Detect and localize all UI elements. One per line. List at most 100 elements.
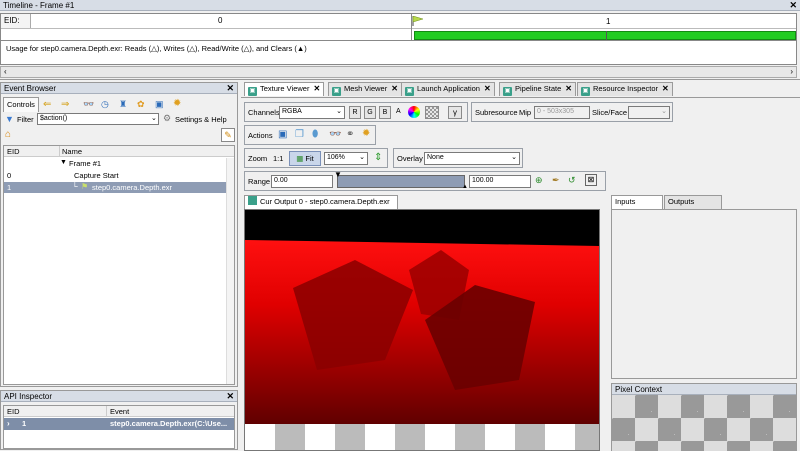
- list-item[interactable]: ▼ Frame #1: [4, 158, 234, 169]
- timeline-panel: Timeline - Frame #1 ✕ EID: 0 1 Usage for…: [0, 0, 800, 80]
- subresource-group: Subresource Mip 0 - 503x305 Slice/Face ⌄: [471, 102, 673, 122]
- chevron-down-icon[interactable]: ⌄: [511, 153, 517, 163]
- fit-label: Fit: [305, 154, 314, 163]
- close-icon[interactable]: ✕: [226, 83, 234, 93]
- zoom-range-icon[interactable]: ⊕: [535, 175, 543, 186]
- controls-tab[interactable]: Controls: [3, 97, 39, 112]
- event-list-scrollbar[interactable]: [226, 158, 234, 384]
- table-row[interactable]: › 1 step0.camera.Depth.exr(C:\Use...: [4, 418, 234, 430]
- fit-icon: ▦: [296, 154, 304, 163]
- histogram-icon[interactable]: ⊠: [585, 174, 597, 186]
- close-icon[interactable]: ✕: [391, 84, 398, 93]
- range-slider[interactable]: [337, 175, 465, 188]
- gear-icon[interactable]: ⚙: [163, 113, 171, 124]
- scroll-right-icon[interactable]: ›: [790, 67, 793, 76]
- copy-icon[interactable]: ❐: [295, 129, 304, 140]
- channel-g-toggle[interactable]: G: [364, 106, 376, 119]
- gamma-toggle[interactable]: γ: [448, 106, 462, 119]
- drop-icon[interactable]: ⬮: [312, 129, 318, 140]
- close-icon[interactable]: ✕: [565, 84, 572, 93]
- edit-icon[interactable]: ✎: [221, 128, 235, 142]
- chevron-down-icon[interactable]: ⌄: [661, 107, 667, 117]
- close-icon[interactable]: ✕: [484, 84, 491, 93]
- range-max-input[interactable]: 100.00: [469, 175, 531, 188]
- star-icon[interactable]: ✹: [173, 98, 181, 109]
- close-icon[interactable]: ✕: [226, 391, 234, 401]
- channels-select[interactable]: RGBA ⌄: [279, 106, 345, 119]
- close-icon[interactable]: ✕: [789, 0, 797, 10]
- tick-label-1: 1: [606, 17, 611, 26]
- io-tab-strip: Inputs Outputs: [611, 195, 797, 209]
- flip-icon[interactable]: ⇕: [374, 152, 382, 163]
- range-max-handle[interactable]: ▲: [462, 184, 468, 190]
- close-icon[interactable]: ✕: [662, 84, 669, 93]
- save-icon[interactable]: ▣: [155, 99, 164, 110]
- tab-outputs[interactable]: Outputs: [664, 195, 722, 209]
- auto-fit-icon[interactable]: ✒: [552, 175, 560, 186]
- reset-icon[interactable]: ↺: [568, 175, 576, 186]
- zoom-1-1-button[interactable]: 1:1: [273, 154, 283, 163]
- binoculars-icon[interactable]: 👓: [329, 129, 341, 140]
- tab-pipeline-state[interactable]: ▣ Pipeline State ✕: [499, 82, 576, 96]
- link-icon[interactable]: ⚭: [346, 129, 354, 140]
- texture-canvas[interactable]: [244, 209, 600, 451]
- home-icon[interactable]: ⌂: [5, 129, 11, 140]
- list-item[interactable]: 0 Capture Start: [4, 170, 234, 181]
- settings-help-button[interactable]: Settings & Help: [175, 115, 227, 124]
- tab-label: Mesh Viewer: [344, 84, 388, 93]
- mip-select[interactable]: 0 - 503x305: [534, 106, 590, 119]
- pixel-context-title: Pixel Context: [612, 384, 796, 395]
- close-icon[interactable]: ✕: [313, 84, 320, 93]
- timeline-event-bar[interactable]: [414, 31, 796, 40]
- clock-icon[interactable]: ◷: [101, 99, 109, 110]
- checkerboard-icon[interactable]: [425, 106, 439, 119]
- chevron-down-icon[interactable]: ⌄: [336, 107, 342, 117]
- slice-label: Slice/Face: [592, 108, 628, 117]
- col-eid: EID: [7, 147, 20, 156]
- channel-r-toggle[interactable]: R: [349, 106, 361, 119]
- depth-texture-image: [245, 210, 599, 450]
- settings-star-icon[interactable]: ✹: [362, 128, 370, 139]
- bookmark-icon[interactable]: ✿: [137, 99, 145, 110]
- save-icon[interactable]: ▣: [278, 129, 287, 140]
- next-arrow-icon[interactable]: ⇒: [61, 100, 69, 110]
- range-group: Range 0.00 ▼ ▲ 100.00 ⊕ ✒ ↺ ⊠: [244, 170, 606, 191]
- tab-label: Pipeline State: [515, 84, 562, 93]
- timeline-scrollbar[interactable]: ‹ ›: [0, 66, 797, 78]
- actions-label: Actions: [248, 131, 273, 140]
- texture-viewer-body: Channels RGBA ⌄ R G B A γ Subresource Mip…: [241, 97, 800, 451]
- zoom-select[interactable]: 106% ⌄: [324, 152, 368, 165]
- tab-launch-application[interactable]: ▣ Launch Application ✕: [401, 82, 495, 96]
- range-min-handle[interactable]: ▼: [334, 170, 342, 179]
- slice-select[interactable]: ⌄: [628, 106, 670, 119]
- chevron-down-icon[interactable]: ⌄: [151, 114, 157, 122]
- range-min-input[interactable]: 0.00: [271, 175, 333, 188]
- tree-icon[interactable]: ♜: [119, 99, 127, 110]
- chevron-down-icon[interactable]: ⌄: [359, 153, 365, 163]
- tab-inputs[interactable]: Inputs: [611, 195, 663, 209]
- binoculars-icon[interactable]: 👓: [83, 99, 94, 110]
- filter-input[interactable]: $action(): [37, 113, 159, 125]
- expand-icon[interactable]: ▼: [60, 159, 67, 166]
- scroll-left-icon[interactable]: ‹: [4, 67, 7, 76]
- prev-arrow-icon[interactable]: ⇐: [43, 100, 51, 110]
- api-inspector-title-text: API Inspector: [4, 392, 53, 401]
- pixel-context-panel: Pixel Context: [611, 383, 797, 451]
- tab-resource-inspector[interactable]: ▣ Resource Inspector ✕: [577, 82, 673, 96]
- tab-mesh-viewer[interactable]: ▣ Mesh Viewer ✕: [328, 82, 402, 96]
- list-item-selected[interactable]: 1 └ ⚑ step0.camera.Depth.exr: [4, 182, 226, 193]
- channel-b-toggle[interactable]: B: [379, 106, 391, 119]
- row-name: step0.camera.Depth.exr: [92, 183, 173, 192]
- checkerboard-background: [245, 424, 599, 450]
- tab-texture-viewer[interactable]: ▣ Texture Viewer ✕: [244, 82, 325, 96]
- color-wheel-icon[interactable]: [408, 106, 420, 118]
- pixel-context-view[interactable]: [612, 395, 796, 451]
- fit-button[interactable]: ▦ Fit: [289, 151, 321, 166]
- overlay-select[interactable]: None ⌄: [424, 152, 520, 165]
- event-toolbar: ⌂ ✎: [3, 128, 235, 144]
- chevron-right-icon[interactable]: ›: [7, 419, 10, 428]
- tab-cur-output[interactable]: Cur Output 0 - step0.camera.Depth.exr: [244, 195, 398, 209]
- api-inspector-title: API Inspector ✕: [1, 391, 237, 402]
- channel-a-toggle[interactable]: A: [396, 108, 401, 115]
- channels-value: RGBA: [282, 108, 302, 115]
